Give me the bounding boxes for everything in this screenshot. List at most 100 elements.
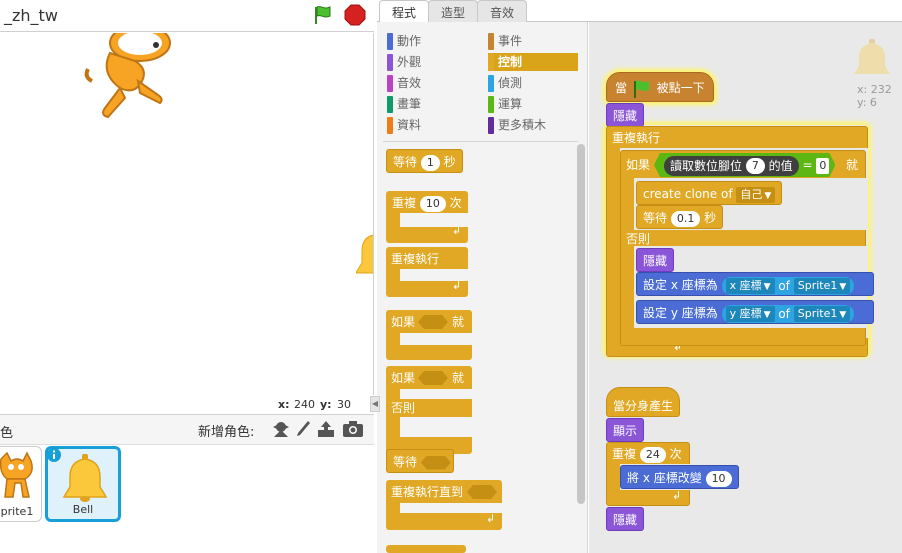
sprite-dropdown[interactable]: Sprite1 ▼ (793, 278, 851, 294)
choose-sprite-library-icon[interactable] (271, 419, 291, 439)
category-pen[interactable]: 畫筆 (387, 95, 475, 113)
c-block-mouth (400, 389, 472, 399)
block-text: 否則 (391, 401, 416, 415)
wait-seconds-input[interactable]: 1 (420, 154, 440, 171)
dropdown-value: Sprite1 (797, 307, 838, 320)
category-more-blocks[interactable]: 更多積木 (488, 116, 576, 134)
when-i-start-as-clone-block[interactable]: 當分身產生 (606, 387, 681, 417)
category-data[interactable]: 資料 (387, 116, 475, 134)
attribute-of-block[interactable]: y 座標 ▼ of Sprite1 ▼ (721, 304, 855, 323)
bell-sprite[interactable] (356, 233, 374, 279)
block-text: 次 (669, 447, 682, 461)
c-block-mouth (400, 417, 472, 437)
block-text: 當分身產生 (613, 399, 674, 413)
category-label: 更多積木 (498, 118, 547, 132)
sprite-thumb-bell[interactable]: Bell (45, 446, 121, 522)
cat-sprite[interactable] (80, 33, 175, 133)
dropdown-value: 自己 (740, 187, 763, 201)
category-motion[interactable]: 動作 (387, 32, 475, 50)
dropdown-arrow-icon: ▼ (839, 310, 847, 320)
category-events[interactable]: 事件 (488, 32, 576, 50)
block-text: 當 (615, 81, 628, 95)
block-text: 否則 (626, 232, 651, 246)
category-sensing[interactable]: 偵測 (488, 74, 576, 92)
show-block[interactable]: 顯示 (606, 418, 645, 442)
category-color-swatch (488, 54, 494, 71)
clone-target-dropdown[interactable]: 自己 ▼ (736, 186, 776, 203)
wait-block[interactable]: 等待 0.1 秒 (636, 205, 724, 229)
repeat-count-input[interactable]: 24 (639, 446, 666, 463)
category-sound[interactable]: 音效 (387, 74, 475, 92)
palette-wait-until-block[interactable]: 等待 (386, 449, 454, 473)
project-title[interactable]: _zh_tw (4, 6, 58, 25)
repeat-label: 重複 24 次 (606, 442, 688, 466)
hide-block[interactable]: 隱藏 (636, 248, 675, 272)
block-text: 等待 (393, 455, 418, 469)
set-y-block[interactable]: 設定 y 座標為 y 座標 ▼ of Sprite1 ▼ (636, 300, 874, 324)
paint-sprite-icon[interactable] (294, 419, 312, 439)
attribute-dropdown[interactable]: y 座標 ▼ (725, 306, 775, 322)
palette-repeat-label: 重複 10 次 (386, 191, 468, 215)
palette-wait-block[interactable]: 等待 1 秒 (386, 149, 463, 173)
create-clone-block[interactable]: create clone of 自己 ▼ (636, 181, 783, 205)
category-label: 控制 (498, 55, 523, 69)
category-color-swatch (387, 33, 393, 50)
collapse-stage-handle[interactable]: ◀ (370, 396, 380, 412)
palette-partial-block[interactable] (386, 545, 466, 553)
attribute-of-block[interactable]: x 座標 ▼ of Sprite1 ▼ (721, 276, 855, 295)
boolean-slot[interactable] (418, 371, 448, 385)
block-text: 重複 (392, 196, 417, 210)
repeat-count-input[interactable]: 10 (419, 195, 446, 212)
dropdown-arrow-icon: ▼ (839, 282, 847, 292)
equals-operator-block[interactable]: 讀取數位腳位 7 的值 = 0 (654, 153, 835, 177)
y-value: 6 (869, 96, 877, 109)
compare-value-input[interactable]: 0 (816, 158, 829, 174)
block-text: 重複執行 (612, 131, 661, 145)
info-icon[interactable] (46, 447, 62, 463)
pin-number-input[interactable]: 7 (746, 158, 765, 174)
read-digital-pin-block[interactable]: 讀取數位腳位 7 的值 (664, 156, 799, 176)
boolean-slot[interactable] (420, 455, 451, 470)
category-control[interactable]: 控制 (488, 53, 578, 71)
stop-icon[interactable] (344, 4, 366, 26)
boolean-slot[interactable] (467, 485, 497, 499)
block-text: 將 x 座標改變 (627, 471, 702, 485)
y-label: y: (320, 398, 332, 411)
palette-scrollbar[interactable] (577, 144, 585, 504)
when-flag-clicked-block[interactable]: 當 被點一下 (606, 72, 714, 102)
block-text: 重複執行直到 (391, 485, 464, 499)
sprite-dropdown[interactable]: Sprite1 ▼ (793, 306, 851, 322)
set-x-block[interactable]: 設定 x 座標為 x 座標 ▼ of Sprite1 ▼ (636, 272, 874, 296)
attribute-dropdown[interactable]: x 座標 ▼ (725, 278, 775, 294)
sprite-info-bell-icon (854, 39, 890, 74)
stage-canvas[interactable] (0, 33, 374, 395)
category-color-swatch (387, 75, 393, 92)
block-text: 就 (452, 371, 465, 385)
change-x-block[interactable]: 將 x 座標改變 10 (620, 465, 739, 489)
category-label: 偵測 (498, 76, 523, 90)
tab-sounds[interactable]: 音效 (477, 0, 528, 22)
block-text: 讀取數位腳位 (670, 158, 743, 173)
block-text: 就 (846, 158, 859, 172)
block-text: of (778, 306, 790, 321)
category-operators[interactable]: 運算 (488, 95, 576, 113)
change-x-input[interactable]: 10 (705, 470, 732, 487)
dropdown-value: Sprite1 (797, 279, 838, 292)
sprite-thumb-sprite1[interactable]: prite1 (0, 446, 42, 522)
boolean-slot[interactable] (418, 315, 448, 329)
x-value: 232 (870, 83, 892, 96)
hide-block[interactable]: 隱藏 (606, 103, 645, 127)
wait-seconds-input[interactable]: 0.1 (670, 210, 701, 227)
tab-scripts[interactable]: 程式 (379, 0, 430, 23)
camera-icon[interactable] (342, 419, 364, 439)
block-text: create clone of (643, 187, 733, 201)
y-value: 30 (337, 398, 351, 411)
block-text: 的值 (768, 158, 793, 173)
tab-costumes[interactable]: 造型 (428, 0, 479, 22)
block-text: 重複執行 (391, 252, 440, 266)
green-flag-icon[interactable] (312, 4, 334, 26)
upload-sprite-icon[interactable] (316, 419, 336, 439)
hide-block[interactable]: 隱藏 (606, 507, 645, 531)
category-looks[interactable]: 外觀 (387, 53, 475, 71)
sprites-header: 色 新增角色: (0, 414, 374, 444)
